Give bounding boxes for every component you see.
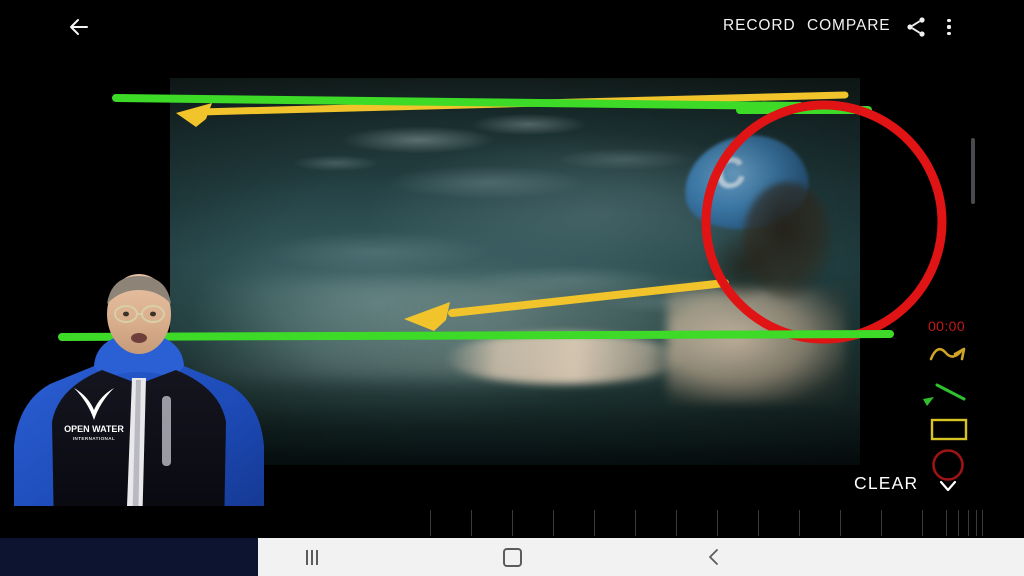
- back-chevron-icon: [709, 549, 718, 565]
- more-options-button[interactable]: [940, 14, 958, 40]
- timeline-tick: [471, 510, 472, 536]
- scrollbar-thumb[interactable]: [971, 138, 975, 204]
- chevron-down-icon: [939, 480, 957, 492]
- recent-apps-button[interactable]: [258, 538, 366, 576]
- clear-button[interactable]: CLEAR: [854, 473, 918, 494]
- timeline-tick: [512, 510, 513, 536]
- timeline-ticks: [0, 506, 1024, 538]
- share-icon: [907, 17, 925, 37]
- presenter-logo-text: OPEN WATER: [64, 424, 124, 434]
- timeline-tick: [717, 510, 718, 536]
- nav-back-button[interactable]: [660, 538, 768, 576]
- freehand-arrow-icon: [929, 347, 966, 361]
- recents-bar-1: [306, 549, 308, 565]
- record-button[interactable]: RECORD: [723, 17, 796, 35]
- timeline-tick: [840, 510, 841, 536]
- home-button[interactable]: [458, 538, 566, 576]
- drawing-tool-panel: 00:00: [900, 305, 1024, 520]
- timeline-tick: [594, 510, 595, 536]
- timeline-tick: [635, 510, 636, 536]
- line-tool[interactable]: [920, 377, 974, 411]
- top-toolbar: RECORD COMPARE: [0, 0, 1024, 52]
- presenter-logo-subtext: INTERNATIONAL: [73, 436, 115, 441]
- more-dot-1: [947, 19, 951, 23]
- presenter-eye-right: [150, 311, 156, 317]
- timeline-tick: [881, 510, 882, 536]
- rectangle-icon: [930, 418, 968, 441]
- timeline-tick: [553, 510, 554, 536]
- recents-bar-2: [311, 549, 313, 565]
- home-icon: [502, 547, 522, 567]
- collapse-toolbar-button[interactable]: [936, 475, 960, 497]
- timeline-tick: [676, 510, 677, 536]
- timeline-tick: [430, 510, 431, 536]
- timeline-tick: [758, 510, 759, 536]
- presenter-foot-strip: [0, 538, 258, 576]
- app-root: C: [0, 0, 1024, 576]
- share-button[interactable]: [904, 15, 928, 39]
- more-dot-2: [947, 25, 951, 29]
- timer-readout: 00:00: [928, 318, 966, 334]
- line-icon: [923, 383, 966, 406]
- freehand-arrow-tool[interactable]: [928, 341, 972, 371]
- back-arrow-icon: [70, 19, 88, 35]
- compare-button[interactable]: COMPARE: [807, 17, 891, 35]
- back-button[interactable]: [62, 12, 96, 42]
- presenter-eye-left: [123, 311, 129, 317]
- presenter-pocket-zip: [162, 396, 171, 466]
- recents-bar-3: [316, 549, 318, 565]
- more-dot-3: [947, 31, 951, 35]
- video-vignette: [170, 78, 860, 465]
- recent-apps-icon: [306, 549, 318, 565]
- timeline-scrubber[interactable]: [0, 506, 1024, 538]
- timeline-tick: [799, 510, 800, 536]
- presenter-overlay: OPEN WATER INTERNATIONAL: [14, 274, 264, 532]
- rectangle-tool[interactable]: [930, 417, 968, 443]
- presenter-mouth: [131, 333, 147, 343]
- video-stage[interactable]: C: [170, 78, 860, 465]
